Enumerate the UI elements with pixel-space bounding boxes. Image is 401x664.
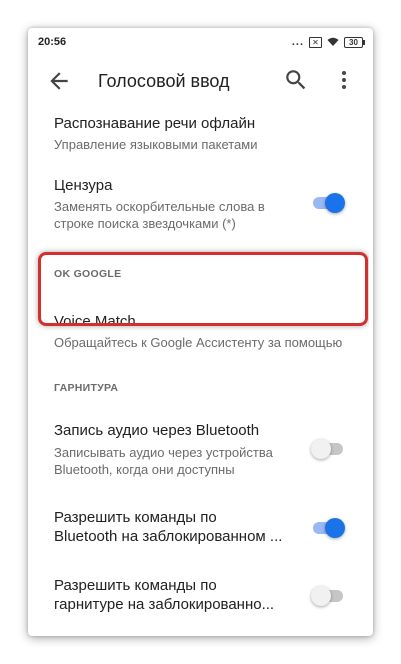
battery-icon: 30: [344, 36, 365, 48]
section-header-headset: ГАРНИТУРА: [54, 382, 119, 394]
offline-recognition-item[interactable]: Распознавание речи офлайн Управление язы…: [32, 112, 369, 158]
notification-dots-icon: ...: [291, 36, 304, 48]
no-sim-icon: ✕: [309, 36, 322, 48]
status-bar: 20:56 ... ✕ 30: [32, 32, 369, 54]
offline-recognition-title: Распознавание речи офлайн: [54, 115, 256, 132]
censor-subtitle-line1: Заменять оскорбительные слова в: [54, 199, 265, 214]
arrow-back-icon: [50, 72, 68, 90]
bluetooth-audio-subtitle-line1: Записывать аудио через устройства: [54, 445, 273, 460]
toggle-thumb: [325, 518, 345, 538]
voice-match-title: Voice Match: [54, 313, 136, 330]
back-button[interactable]: [46, 68, 72, 94]
bluetooth-locked-toggle[interactable]: [311, 517, 345, 538]
headset-locked-title-line1: Разрешить команды по: [54, 577, 217, 594]
bluetooth-audio-toggle[interactable]: [311, 438, 345, 459]
censor-toggle[interactable]: [311, 192, 345, 213]
app-bar: Голосовой ввод: [32, 54, 369, 108]
toggle-thumb: [311, 586, 331, 606]
bluetooth-locked-title-line2: Bluetooth на заблокированном ...: [54, 528, 283, 545]
censor-title: Цензура: [54, 177, 113, 194]
headset-locked-item[interactable]: Разрешить команды по гарнитуре на заблок…: [32, 574, 369, 618]
censor-item[interactable]: Цензура Заменять оскорбительные слова в …: [32, 174, 369, 236]
search-button[interactable]: [283, 67, 309, 93]
status-time: 20:56: [38, 36, 67, 48]
more-options-button[interactable]: [332, 67, 356, 93]
bluetooth-audio-title: Запись аудио через Bluetooth: [54, 422, 260, 439]
censor-subtitle-line2: строке поиска звездочками (*): [54, 216, 236, 231]
toggle-thumb: [311, 439, 331, 459]
section-header-ok-google: OK GOOGLE: [54, 268, 122, 280]
bluetooth-locked-title-line1: Разрешить команды по: [54, 509, 217, 526]
bluetooth-audio-subtitle-line2: Bluetooth, когда они доступны: [54, 462, 235, 477]
headset-locked-toggle[interactable]: [311, 585, 345, 606]
phone-screen: 20:56 ... ✕ 30 Голосовой ввод Распознава…: [32, 32, 369, 632]
more-vert-icon: [342, 71, 346, 89]
wifi-icon: [327, 37, 339, 46]
voice-match-subtitle: Обращайтесь к Google Ассистенту за помощ…: [54, 335, 343, 350]
headset-locked-title-line2: гарнитуре на заблокированно...: [54, 596, 275, 613]
bluetooth-audio-item[interactable]: Запись аудио через Bluetooth Записывать …: [32, 420, 369, 482]
voice-match-item[interactable]: Voice Match Обращайтесь к Google Ассисте…: [32, 308, 369, 356]
bluetooth-locked-item[interactable]: Разрешить команды по Bluetooth на заблок…: [32, 506, 369, 550]
search-icon: [286, 70, 306, 90]
status-icons: ... ✕ 30: [291, 36, 365, 48]
offline-recognition-subtitle: Управление языковыми пакетами: [54, 137, 258, 152]
page-title: Голосовой ввод: [98, 71, 230, 91]
toggle-thumb: [325, 193, 345, 213]
